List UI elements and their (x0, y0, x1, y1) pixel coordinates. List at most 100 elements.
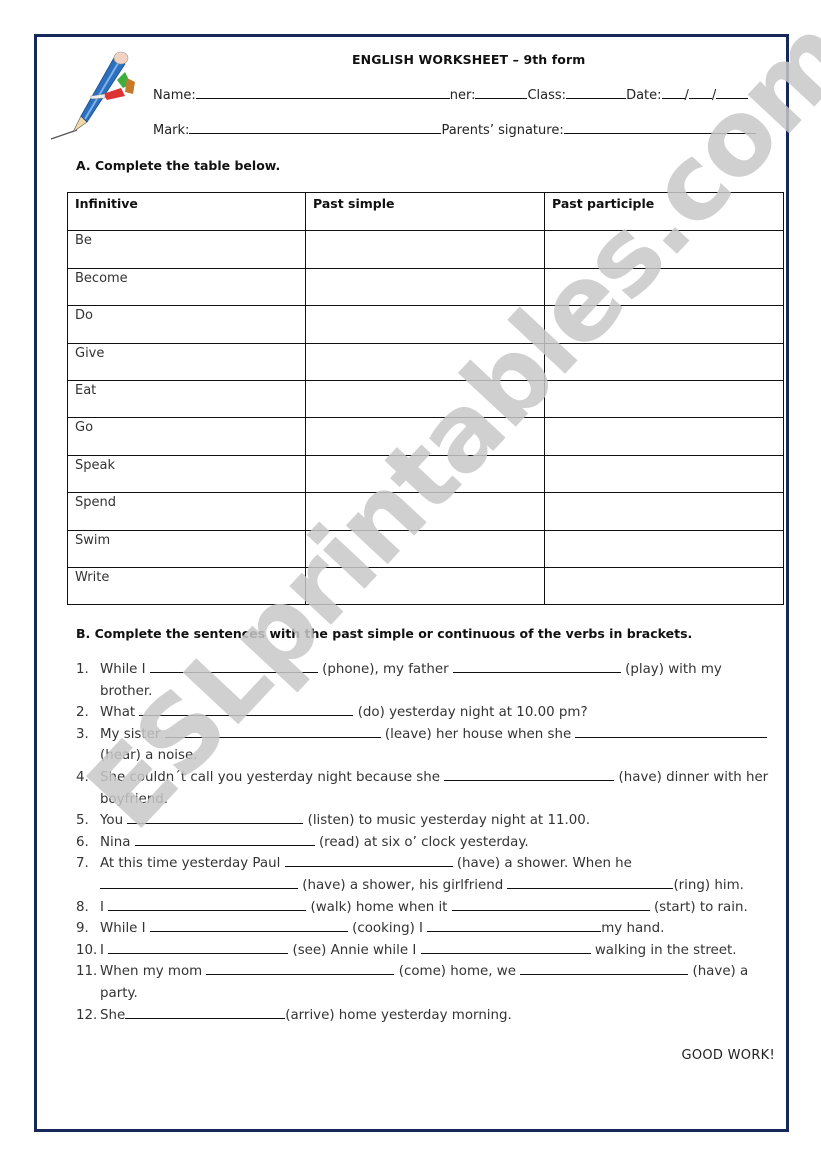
class-label: Class: (527, 88, 567, 103)
sentence-text: my hand. (601, 921, 665, 937)
past-participle-answer-cell[interactable] (544, 454, 784, 494)
exercise-number: 1. (76, 662, 89, 677)
exercise-number: 4. (76, 769, 89, 785)
pencil-mascot-icon (50, 51, 135, 140)
answer-blank[interactable] (164, 724, 381, 738)
sentence-text: (do) yesterday night at 10.00 pm? (353, 705, 588, 721)
infinitive-cell: Go (67, 417, 306, 456)
sentence-text: (read) at six o’ clock yesterday. (314, 834, 529, 850)
answer-blank[interactable] (125, 1005, 286, 1019)
infinitive-cell: Eat (67, 379, 306, 419)
mark-field[interactable] (189, 121, 442, 134)
date-year-field[interactable] (716, 86, 749, 99)
answer-blank[interactable] (427, 918, 602, 933)
section-a-title: A. Complete the table below. (76, 158, 281, 173)
past-participle-answer-cell[interactable] (544, 305, 784, 344)
sentence-text: (listen) to music yesterday night at 11.… (303, 813, 591, 829)
sentence-text: Nina (100, 834, 135, 850)
sentence-text: At this time yesterday Paul (100, 856, 285, 872)
answer-blank[interactable] (284, 853, 453, 868)
exercise-item: 10. I (see) Annie while I walking in the … (76, 940, 776, 962)
student-info-row: Name: ner: Class: Date: / / (153, 86, 749, 103)
answer-blank[interactable] (108, 940, 289, 954)
infinitive-cell: Write (67, 566, 306, 606)
past-participle-answer-cell[interactable] (544, 342, 784, 381)
past-participle-answer-cell[interactable] (544, 417, 784, 456)
exercise-number: 10. (76, 942, 98, 958)
worksheet-title: ENGLISH WORKSHEET – 9th form (352, 52, 586, 67)
table-row: Become (67, 267, 784, 307)
number-field[interactable] (475, 86, 528, 99)
past-simple-answer-cell[interactable] (305, 454, 545, 494)
table-row: Eat (67, 379, 784, 419)
answer-blank[interactable] (149, 918, 348, 933)
past-simple-answer-cell[interactable] (305, 379, 545, 419)
infinitive-cell: Speak (67, 454, 306, 494)
sentence-text: She (100, 1007, 126, 1023)
past-simple-answer-cell[interactable] (305, 529, 545, 568)
answer-blank[interactable] (100, 875, 298, 889)
answer-blank[interactable] (134, 832, 315, 846)
exercise-number: 11. (76, 964, 98, 980)
exercise-item: 2. What (do) yesterday night at 10.00 pm? (76, 702, 776, 724)
infinitive-cell: Give (67, 342, 306, 381)
class-field[interactable] (566, 86, 627, 99)
past-participle-answer-cell[interactable] (544, 230, 784, 269)
answer-blank[interactable] (420, 940, 591, 954)
answer-blank[interactable] (452, 659, 621, 673)
past-participle-answer-cell[interactable] (544, 566, 784, 606)
sentence-text: You (100, 813, 128, 829)
exercise-item: 7. At this time yesterday Paul (have) a s… (76, 853, 776, 896)
date-month-field[interactable] (688, 86, 712, 99)
sentence-text: (see) Annie while I (288, 942, 421, 958)
exercise-number: 3. (76, 726, 89, 742)
answer-blank[interactable] (139, 702, 354, 717)
table-row: Swim (67, 529, 784, 568)
sentence-text: I (100, 899, 109, 915)
past-participle-answer-cell[interactable] (544, 492, 784, 531)
sentence-text: I (100, 942, 109, 958)
exercise-item: 1. While I (phone), my father (play) with… (76, 659, 776, 702)
name-field[interactable] (195, 86, 450, 99)
answer-blank[interactable] (451, 897, 650, 911)
answer-blank[interactable] (108, 897, 307, 911)
exercise-item: 12. She (arrive) home yesterday morning. (76, 1005, 776, 1027)
mark-label: Mark: (153, 123, 190, 138)
past-participle-answer-cell[interactable] (544, 379, 784, 419)
answer-blank[interactable] (520, 961, 689, 976)
exercise-number: 8. (76, 899, 89, 915)
past-simple-answer-cell[interactable] (305, 342, 545, 381)
date-day-field[interactable] (661, 86, 685, 99)
answer-blank[interactable] (127, 810, 304, 825)
sentence-text: While I (100, 662, 150, 677)
grading-row: Mark: Parents’ signature: (153, 121, 756, 138)
past-participle-answer-cell[interactable] (544, 267, 784, 307)
answer-blank[interactable] (444, 767, 615, 781)
sentence-text: (come) home, we (394, 964, 521, 980)
verb-table: Infinitive Past simple Past participle B… (67, 191, 784, 606)
exercise-item: 11. When my mom (come) home, we (have) a … (76, 961, 776, 1004)
exercise-item: 9. While I (cooking) I my hand. (76, 918, 776, 940)
closing-message: GOOD WORK! (681, 1048, 775, 1063)
past-simple-answer-cell[interactable] (305, 492, 545, 531)
parents-signature-field[interactable] (563, 121, 756, 134)
sentence-text: While I (100, 921, 150, 937)
answer-blank[interactable] (206, 961, 395, 976)
past-participle-answer-cell[interactable] (544, 529, 784, 568)
table-row: Go (67, 417, 784, 456)
past-simple-answer-cell[interactable] (305, 305, 545, 344)
past-simple-answer-cell[interactable] (305, 417, 545, 456)
answer-blank[interactable] (149, 659, 318, 673)
past-simple-answer-cell[interactable] (305, 230, 545, 269)
answer-blank[interactable] (575, 724, 768, 738)
past-simple-answer-cell[interactable] (305, 566, 545, 606)
sentence-text: She couldn´t call you yesterday night be… (100, 769, 445, 785)
sentence-text: (hear) a noise. (100, 748, 198, 764)
exercise-number: 9. (76, 921, 89, 937)
column-header-infinitive: Infinitive (67, 191, 306, 232)
answer-blank[interactable] (507, 875, 674, 889)
past-simple-answer-cell[interactable] (305, 267, 545, 307)
sentence-text: My sister (100, 726, 165, 742)
sentence-text: (have) a shower. When he (452, 856, 632, 872)
exercise-item: 4. She couldn´t call you yesterday night … (76, 767, 776, 810)
